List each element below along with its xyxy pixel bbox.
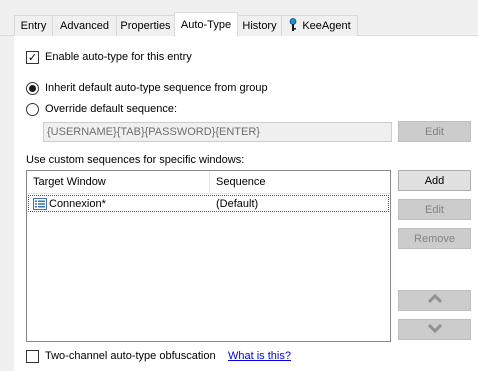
move-up-button[interactable] [398,290,471,311]
custom-sequences-table[interactable]: Target Window Sequence Connexion* (Defau… [26,170,391,342]
checkmark-icon: ✓ [27,51,38,64]
sequence-cell: (Default) [216,197,259,210]
move-down-button[interactable] [398,319,471,340]
tab-label: Advanced [60,20,109,32]
two-channel-label: Two-channel auto-type obfuscation [45,350,216,362]
column-header-target-window[interactable]: Target Window [27,171,209,193]
tab-keeagent[interactable]: KeeAgent [281,15,358,36]
enable-autotype-checkbox[interactable]: ✓ [26,51,39,64]
table-header: Target Window Sequence [27,171,390,194]
enable-autotype-label: Enable auto-type for this entry [45,51,192,63]
default-sequence-field[interactable]: {USERNAME}{TAB}{PASSWORD}{ENTER} [43,122,392,142]
keeagent-icon [288,17,298,35]
override-sequence-radio[interactable] [26,103,39,116]
tab-auto-type[interactable]: Auto-Type [174,12,238,37]
inherit-sequence-label: Inherit default auto-type sequence from … [45,82,268,94]
what-is-this-link[interactable]: What is this? [228,350,291,362]
add-button[interactable]: Add [398,170,471,191]
tab-label: Properties [120,20,171,32]
table-row[interactable]: Connexion* (Default) [28,195,389,212]
tab-label: History [242,20,277,32]
edit-button[interactable]: Edit [398,199,471,220]
up-arrow-icon [427,293,443,308]
inherit-sequence-radio[interactable] [26,82,39,95]
tab-entry[interactable]: Entry [14,15,53,36]
tab-label: Auto-Type [180,19,232,31]
tab-properties[interactable]: Properties [116,15,175,36]
down-arrow-icon [427,322,443,337]
tab-label: Entry [20,20,47,32]
tab-label: KeeAgent [302,20,351,32]
two-channel-checkbox[interactable] [26,350,39,363]
list-icon [33,196,47,211]
column-header-sequence[interactable]: Sequence [210,171,390,193]
tab-strip: Entry Advanced Properties Auto-Type Hist… [0,0,478,37]
target-window-cell: Connexion* [49,197,106,210]
remove-button[interactable]: Remove [398,228,471,249]
override-sequence-label: Override default sequence: [45,103,178,115]
edit-sequence-button[interactable]: Edit [398,121,471,142]
tab-history[interactable]: History [237,15,282,36]
custom-sequences-label: Use custom sequences for specific window… [26,154,245,166]
tab-advanced[interactable]: Advanced [52,15,117,36]
